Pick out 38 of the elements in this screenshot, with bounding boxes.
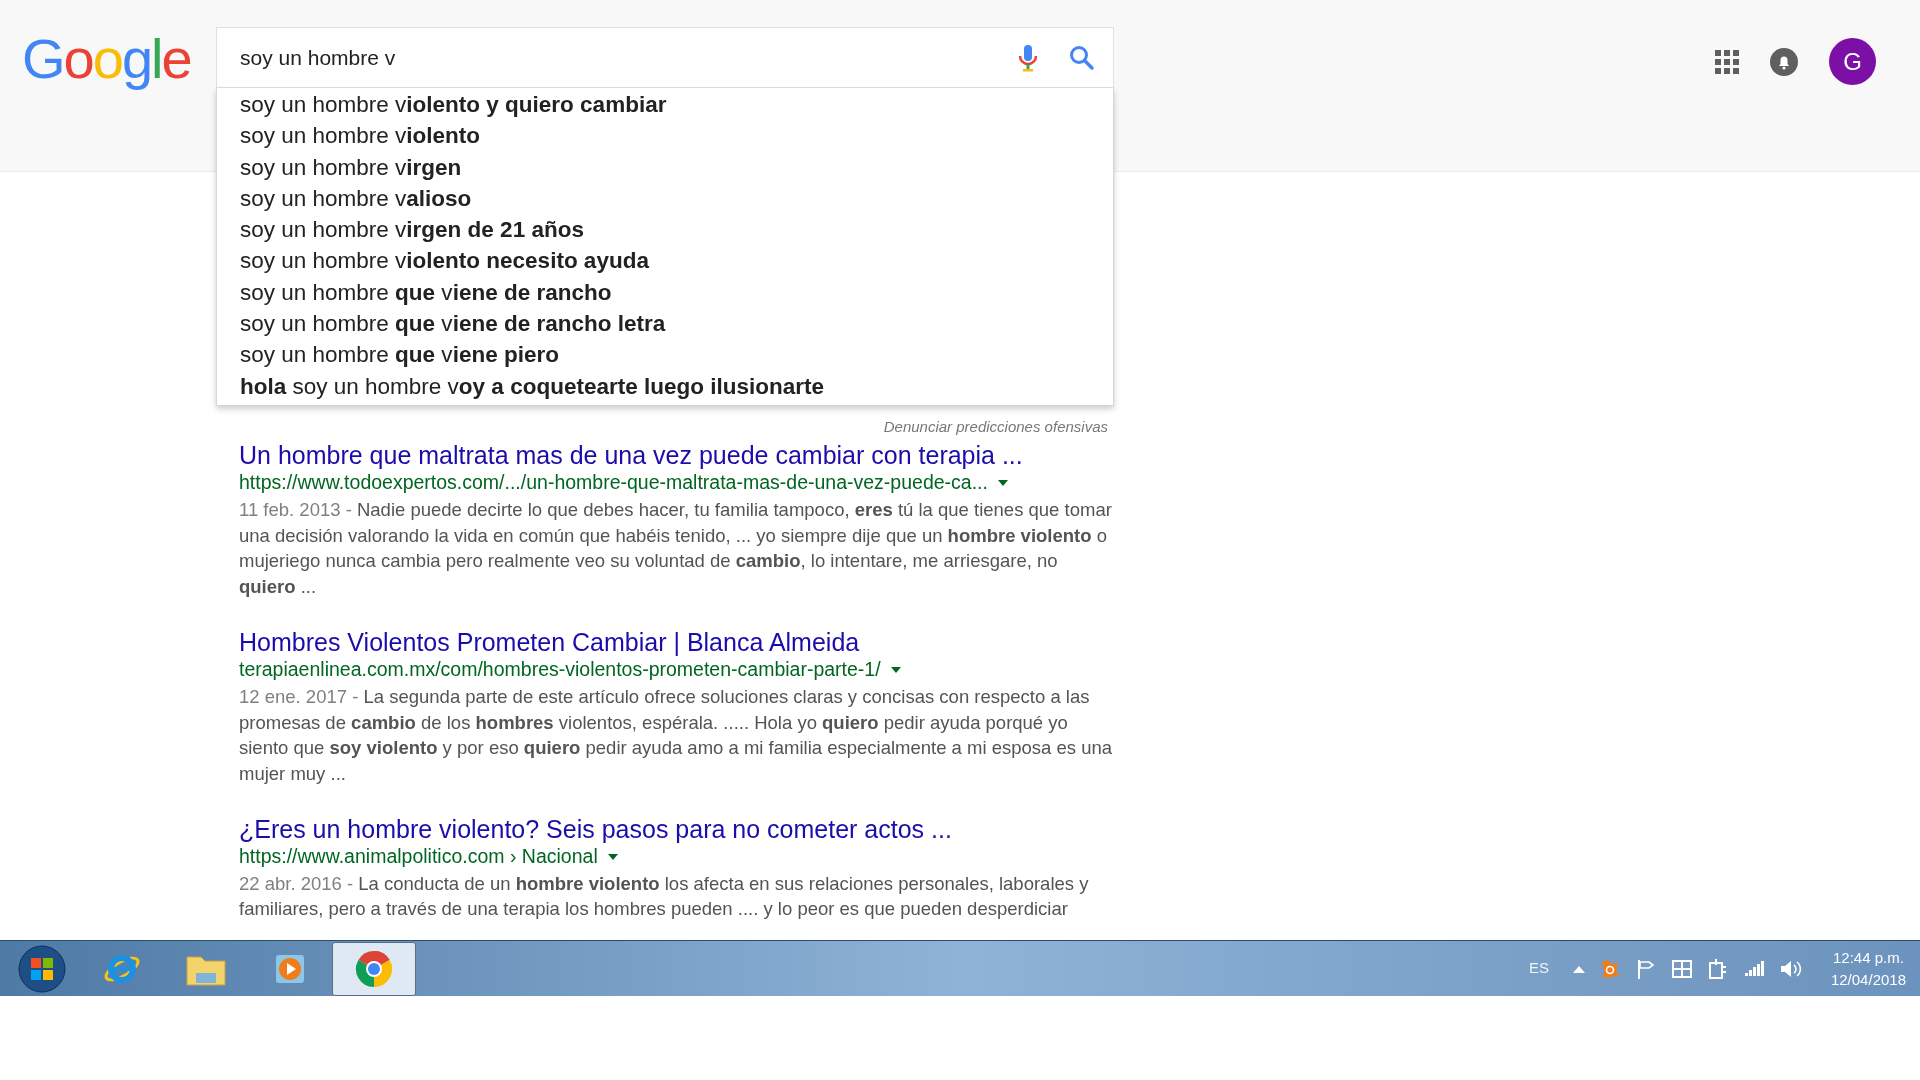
apps-grid-icon[interactable]	[1715, 49, 1739, 74]
chrome-icon	[354, 948, 394, 989]
search-field[interactable]: soy un hombre v	[216, 27, 1114, 88]
google-logo[interactable]: Google	[22, 24, 192, 94]
suggestion-item[interactable]: soy un hombre que viene de rancho letra	[217, 308, 1113, 340]
result-title-link[interactable]: ¿Eres un hombre violento? Seis pasos para no cometer actos ...	[239, 813, 952, 844]
clock-time: 12:44 p.m.	[1833, 947, 1904, 968]
suggestion-item[interactable]: soy un hombre virgen de 21 años	[217, 214, 1113, 246]
caret-icon[interactable]	[607, 853, 618, 860]
result-snippet: 12 ene. 2017 - La segunda parte de este artículo ofrece soluciones claras y concisas con respecto a las promesas de cambio de los hombres violentos, espérala. ..... Hola yo quiero pedir ayuda porqué yo siento que soy violento y por eso quiero pedir ayuda amo a mi familia especialmente a mi esposa es una mujer muy ...	[239, 684, 1114, 786]
suggestion-item[interactable]: soy un hombre que viene de rancho	[217, 276, 1113, 309]
suggestion-item[interactable]: soy un hombre valioso	[217, 182, 1113, 215]
microphone-icon[interactable]	[1017, 42, 1039, 73]
result-url: https://www.todoexpertos.com/.../un-hombre-que-maltrata-mas-de-una-vez-puede-ca...	[239, 470, 988, 496]
windows-orb-icon	[18, 944, 66, 993]
window-tiles-icon[interactable]	[1670, 957, 1693, 980]
result-title-link[interactable]: Un hombre que maltrata mas de una vez puede cambiar con terapia ...	[239, 440, 1023, 470]
suggestion-item[interactable]: soy un hombre violento necesito ayuda	[217, 245, 1113, 277]
caret-icon[interactable]	[997, 480, 1008, 486]
account-avatar[interactable]: G	[1829, 38, 1876, 85]
caret-icon[interactable]	[890, 666, 901, 673]
clock-date: 12/04/2018	[1830, 969, 1906, 990]
result-snippet: 22 abr. 2016 - La conducta de un hombre violento los afecta en sus relaciones personales, laborales y familiares, pero a través de una terapia los hombres pueden .... y lo peor es que pueden desperdiciar	[239, 871, 1090, 922]
result-title-link[interactable]: Hombres Violentos Prometen Cambiar | Blanca Almeida	[239, 626, 860, 657]
suggestion-item[interactable]: soy un hombre que viene piero	[217, 339, 1113, 371]
suggestion-item[interactable]: soy un hombre virgen	[217, 151, 1113, 183]
result-snippet: 11 feb. 2013 - Nadie puede decirte lo que debes hacer, tu familia tampoco, eres tú la que tienes que tomar una decisión valorando la vida en común que habéis tenido, ... yo siempre dije que un hombre violento o mujeriego nunca cambia pero realmente veo su voluntad de cambio, lo intentare, me arriesgare, no quiero ...	[239, 498, 1113, 600]
taskbar-app-button[interactable]	[332, 941, 416, 996]
search-icon[interactable]	[1069, 44, 1095, 71]
result-url: terapiaenlinea.com.mx/com/hombres-violentos-prometen-cambiar-parte-1/	[239, 657, 881, 683]
suggestion-item[interactable]: soy un hombre violento y quiero cambiar	[217, 89, 1113, 121]
notifications-bell-icon[interactable]	[1769, 46, 1799, 77]
suggestion-item[interactable]: hola soy un hombre voy a coquetearte luego ilusionarte	[217, 370, 1113, 402]
power-plug-icon[interactable]	[1706, 957, 1729, 980]
caret-up-icon[interactable]	[1572, 964, 1585, 973]
suggestion-item[interactable]: soy un hombre violento	[217, 120, 1113, 152]
report-link[interactable]: Denunciar predicciones ofensivas	[883, 415, 1108, 439]
result-url: https://www.animalpolitico.com › Nacional	[239, 844, 598, 869]
